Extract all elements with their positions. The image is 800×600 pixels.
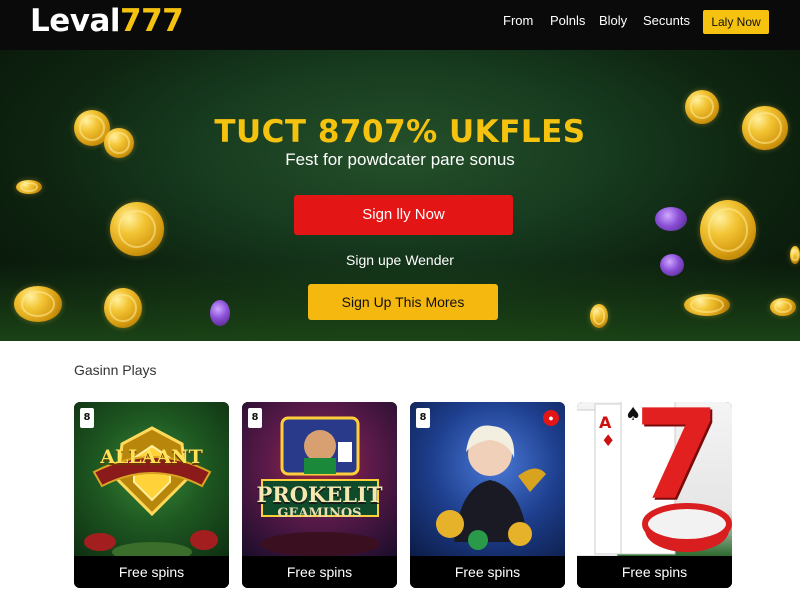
game-thumbnail: A ♦ ♠ 7 bbox=[577, 402, 732, 556]
logo-number: 777 bbox=[120, 3, 184, 39]
top-nav-bar: Leval777 From Polnls Bloly Secunts Laly … bbox=[0, 0, 800, 50]
free-spins-label[interactable]: Free spins bbox=[577, 556, 732, 588]
play-now-button[interactable]: Laly Now bbox=[703, 10, 769, 34]
game-title-art: PROKELIT bbox=[256, 482, 383, 507]
hostess-illustration bbox=[436, 425, 546, 550]
gold-coin-icon bbox=[110, 202, 164, 256]
gold-coin-icon bbox=[104, 288, 142, 328]
poker-player-illustration bbox=[260, 416, 380, 556]
nav-link-bloly[interactable]: Bloly bbox=[599, 13, 627, 28]
poker-chip-icon bbox=[210, 300, 230, 326]
game-card[interactable]: PROKELIT GEAMINOS 8 Free spins bbox=[242, 402, 397, 588]
hot-badge-icon: ● bbox=[543, 410, 559, 426]
svg-text:A: A bbox=[599, 413, 612, 432]
lucky-seven-icon: 7 bbox=[633, 402, 721, 528]
gold-coin-icon bbox=[14, 286, 62, 322]
nav-link-polnls[interactable]: Polnls bbox=[550, 13, 585, 28]
sign-up-more-button[interactable]: Sign Up This Mores bbox=[308, 284, 498, 320]
game-subtitle-art: GEAMINOS bbox=[277, 506, 362, 521]
logo-text: Leval bbox=[30, 3, 121, 39]
gold-coin-icon bbox=[590, 304, 608, 328]
gold-coin-icon bbox=[700, 200, 756, 260]
game-card[interactable]: ALLAANT 8 Free spins bbox=[74, 402, 229, 588]
game-card[interactable]: A ♦ ♠ 7 Free spins bbox=[577, 402, 732, 588]
gold-coin-icon bbox=[16, 180, 42, 194]
nav-link-from[interactable]: From bbox=[503, 13, 533, 28]
game-title-art: ALLAANT bbox=[100, 446, 203, 468]
playing-card-icon: 8 bbox=[248, 408, 262, 428]
gold-coin-icon bbox=[684, 294, 730, 316]
hero-banner: TUCT 8707% UKFLES Fest for powdcater par… bbox=[0, 50, 800, 341]
game-card[interactable]: 8 ● Free spins bbox=[410, 402, 565, 588]
hero-subtitle: Fest for powdcater pare sonus bbox=[285, 150, 515, 169]
game-thumbnail: 8 ● bbox=[410, 402, 565, 556]
hero-title: TUCT 8707% UKFLES bbox=[214, 114, 586, 150]
poker-chip-icon bbox=[655, 207, 687, 231]
emblem-illustration bbox=[84, 426, 218, 556]
playing-card-icon: 8 bbox=[80, 408, 94, 428]
nav-link-secunts[interactable]: Secunts bbox=[643, 13, 690, 28]
free-spins-label[interactable]: Free spins bbox=[410, 556, 565, 588]
playing-card-icon: 8 bbox=[416, 408, 430, 428]
game-thumbnail: PROKELIT GEAMINOS 8 bbox=[242, 402, 397, 556]
game-thumbnail: ALLAANT 8 bbox=[74, 402, 229, 556]
sign-up-now-button[interactable]: Sign lly Now bbox=[294, 195, 513, 235]
hero-link-text[interactable]: Sign upe Wender bbox=[0, 252, 800, 268]
gold-coin-icon bbox=[770, 298, 796, 316]
site-logo[interactable]: Leval777 bbox=[30, 3, 184, 39]
free-spins-label[interactable]: Free spins bbox=[74, 556, 229, 588]
svg-text:♦: ♦ bbox=[601, 431, 615, 450]
section-title: Gasinn Plays bbox=[74, 362, 157, 378]
free-spins-label[interactable]: Free spins bbox=[242, 556, 397, 588]
